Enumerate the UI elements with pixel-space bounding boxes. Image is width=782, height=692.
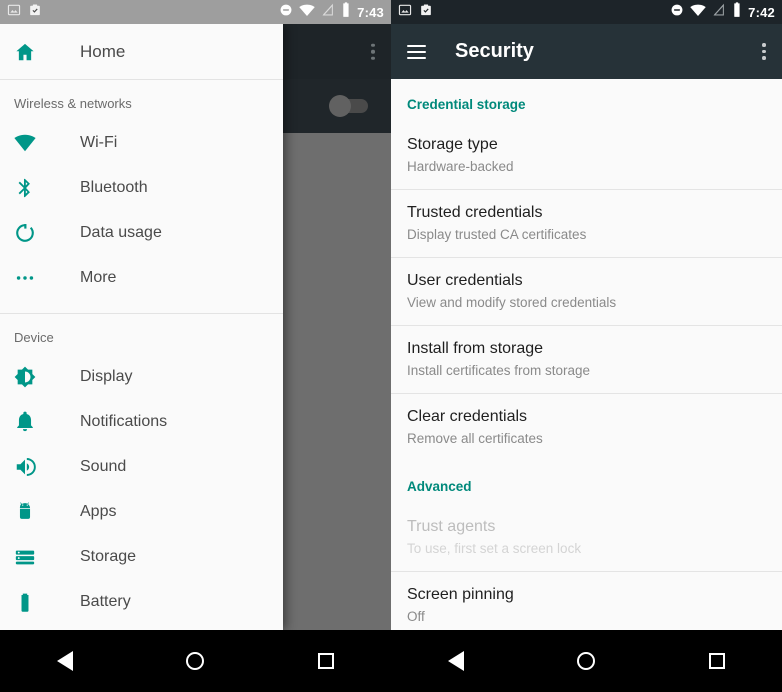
pref-install-from-storage[interactable]: Install from storage Install certificate… [391, 326, 782, 393]
app-bar: Security [391, 24, 782, 79]
right-phone-screen: 7:42 Security Credential storage Storage… [391, 0, 782, 692]
toggle-switch[interactable] [329, 95, 368, 117]
pref-title: Install from storage [407, 340, 544, 357]
left-status-time: 7:43 [357, 4, 384, 20]
drawer-item-apps[interactable]: Apps [0, 489, 283, 534]
bluetooth-icon [14, 177, 52, 199]
drawer-item-data-usage-label: Data usage [80, 223, 162, 241]
signal-off-icon [712, 3, 726, 22]
recents-icon[interactable] [296, 630, 356, 692]
drawer-group-device-title: Device [14, 330, 54, 345]
section-header-credential-storage: Credential storage [407, 97, 526, 112]
right-status-bar: 7:42 [391, 0, 782, 24]
battery-icon [341, 2, 351, 22]
drawer-item-home[interactable]: Home [0, 24, 283, 80]
back-icon[interactable] [426, 630, 486, 692]
pref-title: Trusted credentials [407, 204, 543, 221]
drawer-item-sound[interactable]: Sound [0, 444, 283, 489]
navigation-drawer: Home Wireless & networks Wi-Fi Bluetooth [0, 24, 283, 630]
drawer-item-home-label: Home [80, 41, 126, 61]
storage-icon [14, 546, 52, 568]
drawer-item-more[interactable]: More [0, 255, 283, 300]
brightness-icon [14, 366, 52, 388]
pref-subtitle: To use, first set a screen lock [407, 541, 582, 556]
battery-icon [732, 2, 742, 22]
page-title: Security [455, 40, 534, 62]
kebab-menu-icon[interactable] [371, 43, 375, 60]
drawer-item-display-label: Display [80, 367, 133, 385]
pref-title: Trust agents [407, 518, 496, 535]
bell-icon [14, 411, 52, 433]
wifi-icon [14, 132, 52, 154]
dual-screenshot: evice can etooth d services ange this in… [0, 0, 782, 692]
drawer-item-notifications-label: Notifications [80, 412, 168, 430]
drawer-item-wifi[interactable]: Wi-Fi [0, 120, 283, 165]
drawer-item-notifications[interactable]: Notifications [0, 399, 283, 444]
left-navigation-bar [0, 630, 391, 692]
section-header-advanced: Advanced [407, 479, 472, 494]
volume-icon [14, 456, 52, 478]
home-circle-icon[interactable] [556, 630, 616, 692]
pref-title: User credentials [407, 272, 523, 289]
hamburger-icon[interactable] [407, 44, 426, 59]
drawer-item-data-usage[interactable]: Data usage [0, 210, 283, 255]
pref-subtitle: Hardware-backed [407, 159, 514, 174]
drawer-group-wireless-title: Wireless & networks [14, 96, 132, 111]
kebab-menu-icon[interactable] [762, 43, 766, 60]
image-icon [7, 3, 21, 22]
pref-subtitle: Install certificates from storage [407, 363, 591, 378]
drawer-item-more-label: More [80, 268, 117, 286]
wifi-icon [690, 3, 706, 22]
drawer-item-bluetooth-label: Bluetooth [80, 178, 148, 196]
pref-user-credentials[interactable]: User credentials View and modify stored … [391, 258, 782, 325]
dnd-icon [279, 3, 293, 22]
drawer-item-apps-label: Apps [80, 502, 117, 520]
drawer-item-battery[interactable]: Battery [0, 579, 283, 624]
left-status-bar: 7:43 [0, 0, 391, 24]
more-horizontal-icon [14, 267, 52, 289]
settings-list: Credential storage Storage type Hardware… [391, 79, 782, 630]
pref-subtitle: Display trusted CA certificates [407, 227, 587, 242]
drawer-item-bluetooth[interactable]: Bluetooth [0, 165, 283, 210]
image-icon [398, 3, 412, 22]
back-icon[interactable] [35, 630, 95, 692]
battery-icon [14, 591, 52, 613]
dnd-icon [670, 3, 684, 22]
pref-title: Screen pinning [407, 586, 514, 603]
work-profile-icon [419, 3, 433, 22]
drawer-item-storage[interactable]: Storage [0, 534, 283, 579]
pref-subtitle: Off [407, 609, 425, 624]
wifi-icon [299, 3, 315, 22]
home-icon [14, 41, 52, 63]
signal-off-icon [321, 3, 335, 22]
pref-trust-agents[interactable]: Trust agents To use, first set a screen … [391, 504, 782, 571]
right-navigation-bar [391, 630, 782, 692]
android-icon [14, 501, 52, 523]
drawer-item-sound-label: Sound [80, 457, 127, 475]
pref-title: Clear credentials [407, 408, 528, 425]
drawer-item-battery-label: Battery [80, 592, 131, 610]
drawer-item-display[interactable]: Display [0, 354, 283, 399]
home-circle-icon[interactable] [165, 630, 225, 692]
pref-clear-credentials[interactable]: Clear credentials Remove all certificate… [391, 394, 782, 461]
work-profile-icon [28, 3, 42, 22]
recents-icon[interactable] [687, 630, 747, 692]
pref-subtitle: Remove all certificates [407, 431, 543, 446]
left-phone-screen: evice can etooth d services ange this in… [0, 0, 391, 692]
pref-subtitle: View and modify stored credentials [407, 295, 617, 310]
pref-title: Storage type [407, 136, 498, 153]
pref-trusted-credentials[interactable]: Trusted credentials Display trusted CA c… [391, 190, 782, 257]
drawer-item-wifi-label: Wi-Fi [80, 133, 118, 151]
drawer-item-storage-label: Storage [80, 547, 137, 565]
pref-storage-type[interactable]: Storage type Hardware-backed [391, 122, 782, 189]
pref-screen-pinning[interactable]: Screen pinning Off [391, 572, 782, 630]
right-status-time: 7:42 [748, 4, 775, 20]
data-usage-icon [14, 222, 52, 244]
